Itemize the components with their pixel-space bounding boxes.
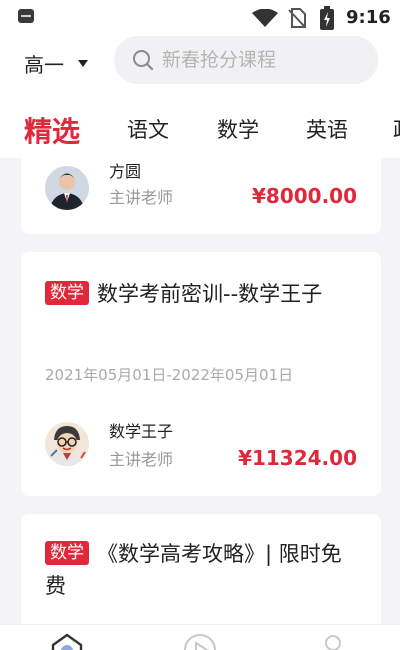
course-title-text: 《数学高考攻略》| 限时免费 — [45, 542, 342, 598]
course-list: 方圆 主讲老师 ¥8000.00 数学 数学考前密训--数学王子 2021年05月… — [0, 158, 400, 624]
course-title-text: 数学考前密训--数学王子 — [97, 282, 323, 306]
search-icon — [133, 50, 154, 71]
bottom-nav — [0, 624, 400, 650]
course-title: 数学 《数学高考攻略》| 限时免费 — [45, 538, 361, 602]
course-date-range: 2021年05月01日-2022年05月01日 — [45, 366, 294, 384]
subject-tag: 数学 — [45, 281, 89, 305]
subject-tag: 数学 — [45, 541, 89, 565]
course-price: ¥11324.00 — [238, 446, 357, 470]
home-icon[interactable] — [50, 633, 84, 650]
teacher-name: 方圆 — [109, 162, 142, 181]
app-notification-icon — [18, 9, 34, 23]
caret-down-icon — [78, 59, 88, 67]
status-bar: 9:16 — [0, 0, 400, 36]
teacher-name: 数学王子 — [109, 422, 174, 441]
profile-icon[interactable] — [316, 633, 350, 650]
wifi-icon — [252, 9, 278, 27]
course-price: ¥8000.00 — [251, 184, 357, 208]
battery-charging-icon — [320, 6, 334, 30]
grade-selector[interactable]: 高一 — [24, 48, 88, 78]
teacher-avatar — [45, 166, 89, 210]
tab-featured[interactable]: 精选 — [24, 110, 80, 150]
teacher-avatar — [45, 422, 89, 466]
course-card[interactable]: 方圆 主讲老师 ¥8000.00 — [21, 158, 381, 234]
search-input[interactable] — [162, 49, 362, 71]
subject-tabs: 精选 语文 数学 英语 政 — [0, 98, 400, 158]
teacher-role: 主讲老师 — [109, 188, 174, 207]
status-time: 9:16 — [346, 7, 391, 28]
search-box[interactable] — [114, 36, 378, 84]
top-bar: 高一 — [0, 36, 400, 98]
tab-chinese[interactable]: 语文 — [127, 114, 169, 144]
tab-politics[interactable]: 政 — [393, 114, 400, 144]
tab-math[interactable]: 数学 — [217, 114, 259, 144]
course-card[interactable]: 数学 《数学高考攻略》| 限时免费 — [21, 514, 381, 624]
grade-label: 高一 — [24, 52, 64, 77]
course-title: 数学 数学考前密训--数学王子 — [45, 278, 361, 310]
course-card[interactable]: 数学 数学考前密训--数学王子 2021年05月01日-2022年05月01日 数… — [21, 252, 381, 496]
play-icon[interactable] — [183, 633, 217, 650]
tab-english[interactable]: 英语 — [306, 114, 348, 144]
no-sim-icon — [288, 8, 306, 28]
teacher-role: 主讲老师 — [109, 450, 174, 469]
